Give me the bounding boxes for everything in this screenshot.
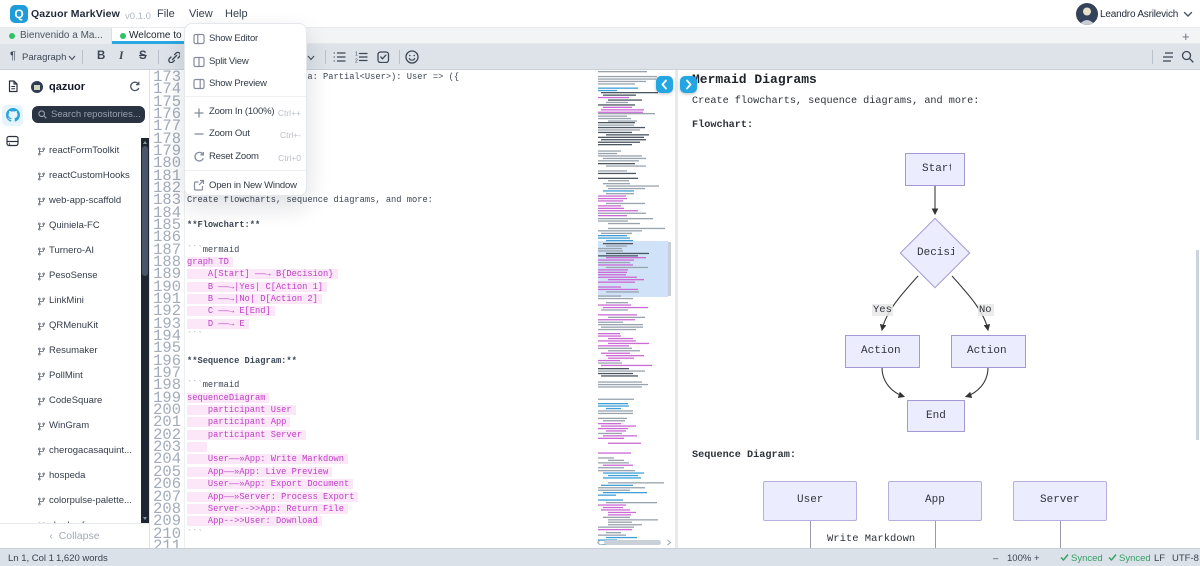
svg-text:2: 2 xyxy=(355,59,358,64)
svg-text:1: 1 xyxy=(355,52,358,58)
